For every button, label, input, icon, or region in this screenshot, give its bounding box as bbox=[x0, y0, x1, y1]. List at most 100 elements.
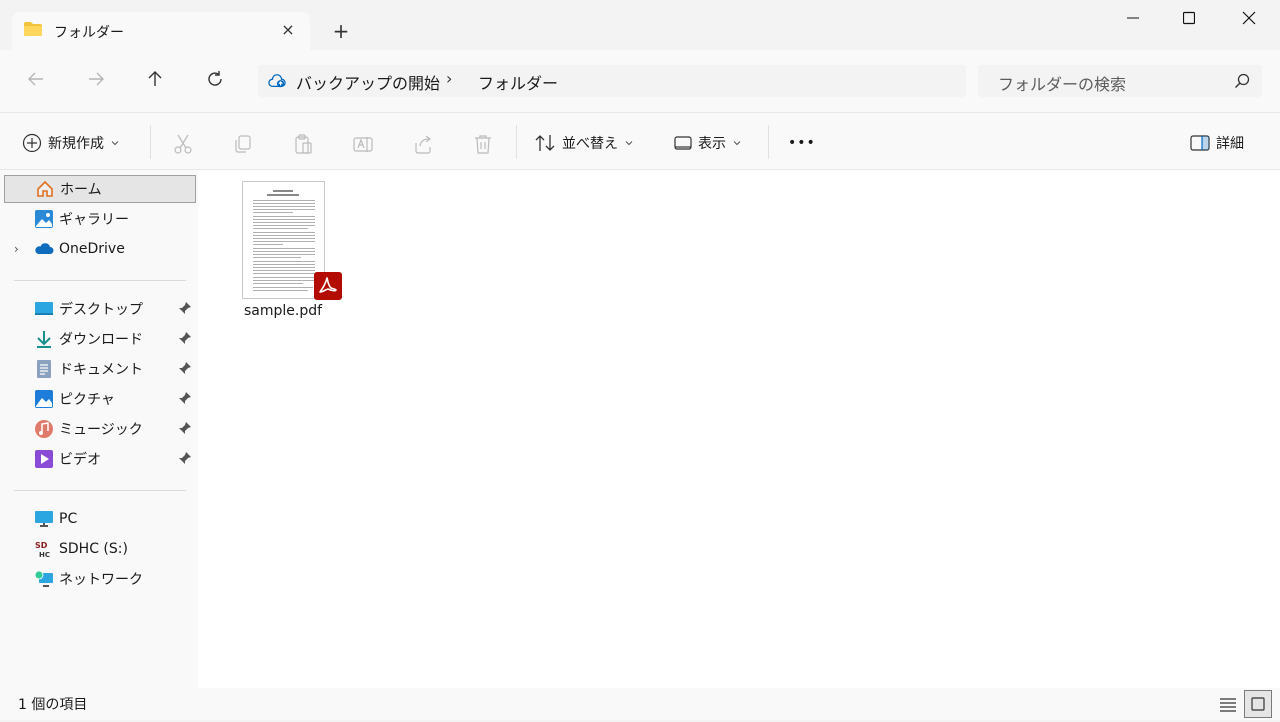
sidebar-item-downloads[interactable]: ダウンロード bbox=[4, 325, 196, 353]
svg-text:HC: HC bbox=[39, 551, 50, 559]
toolbar-divider bbox=[516, 125, 517, 159]
sd-card-icon: SDHC bbox=[35, 541, 50, 559]
sidebar-item-label: ピクチャ bbox=[59, 392, 115, 408]
sidebar-item-network[interactable]: ネットワーク bbox=[4, 565, 196, 593]
desktop-icon bbox=[35, 302, 53, 315]
pin-icon[interactable] bbox=[178, 421, 192, 435]
documents-icon bbox=[37, 360, 51, 378]
pin-icon[interactable] bbox=[178, 361, 192, 375]
sidebar-item-onedrive[interactable]: › OneDrive bbox=[4, 235, 196, 263]
breadcrumb[interactable]: バックアップの開始 › フォルダー bbox=[258, 65, 966, 97]
pdf-icon bbox=[314, 272, 342, 300]
sidebar-item-desktop[interactable]: デスクトップ bbox=[4, 295, 196, 323]
pin-icon[interactable] bbox=[178, 331, 192, 345]
music-icon bbox=[35, 420, 53, 438]
sort-icon bbox=[535, 135, 555, 151]
paste-icon[interactable] bbox=[292, 133, 314, 155]
details-view-button[interactable] bbox=[1214, 690, 1242, 718]
close-icon bbox=[1242, 11, 1256, 25]
sidebar-item-music[interactable]: ミュージック bbox=[4, 415, 196, 443]
breadcrumb-item-folder[interactable]: フォルダー bbox=[478, 70, 558, 94]
rename-icon[interactable] bbox=[352, 133, 374, 155]
sidebar-divider bbox=[14, 490, 186, 491]
svg-text:SD: SD bbox=[35, 541, 48, 550]
sidebar-item-videos[interactable]: ビデオ bbox=[4, 445, 196, 473]
tab-title: フォルダー bbox=[54, 25, 124, 41]
up-button[interactable] bbox=[141, 67, 169, 95]
toolbar-divider bbox=[768, 125, 769, 159]
search-input[interactable]: フォルダーの検索 bbox=[978, 65, 1262, 97]
pin-icon[interactable] bbox=[178, 451, 192, 465]
sidebar-item-label: デスクトップ bbox=[59, 302, 143, 318]
large-icons-view-button[interactable] bbox=[1244, 690, 1272, 718]
sidebar-item-pictures[interactable]: ピクチャ bbox=[4, 385, 196, 413]
chevron-down-icon bbox=[111, 141, 119, 146]
pc-icon bbox=[35, 511, 53, 527]
sidebar-item-label: ダウンロード bbox=[59, 332, 143, 348]
details-button[interactable]: 詳細 bbox=[1190, 129, 1244, 157]
new-button[interactable]: 新規作成 bbox=[22, 129, 120, 157]
item-count: 1 個の項目 bbox=[18, 697, 88, 713]
view-label: 表示 bbox=[698, 136, 726, 152]
file-view: sample.pdf bbox=[198, 170, 1280, 688]
new-label: 新規作成 bbox=[48, 136, 104, 152]
pin-icon[interactable] bbox=[178, 391, 192, 405]
breadcrumb-item-backup[interactable]: バックアップの開始 bbox=[296, 70, 440, 94]
details-label: 詳細 bbox=[1216, 136, 1244, 152]
back-button[interactable] bbox=[22, 67, 50, 95]
delete-icon[interactable] bbox=[472, 133, 494, 155]
chevron-right-icon[interactable]: › bbox=[14, 242, 19, 256]
folder-icon bbox=[24, 22, 42, 36]
breadcrumb-separator[interactable]: › bbox=[446, 69, 452, 88]
cloud-backup-icon bbox=[268, 74, 286, 88]
plus-circle-icon bbox=[22, 133, 42, 153]
title-bar: フォルダー × + bbox=[0, 0, 1280, 50]
toolbar-divider bbox=[150, 125, 151, 159]
view-icon bbox=[674, 136, 692, 150]
sidebar-item-label: ミュージック bbox=[59, 422, 143, 438]
copy-icon[interactable] bbox=[232, 133, 254, 155]
sidebar-item-sdhc[interactable]: SD HC SDHC (S:) bbox=[4, 535, 196, 563]
sidebar-item-pc[interactable]: PC bbox=[4, 505, 196, 533]
sidebar-item-label: ビデオ bbox=[59, 452, 101, 468]
document-preview-icon bbox=[253, 190, 315, 291]
new-tab-button[interactable]: + bbox=[330, 20, 352, 42]
forward-button[interactable] bbox=[82, 67, 110, 95]
sidebar-item-label: ギャラリー bbox=[59, 212, 129, 228]
cut-icon[interactable] bbox=[172, 133, 194, 155]
sidebar-item-label: ネットワーク bbox=[59, 572, 143, 588]
network-icon bbox=[34, 570, 53, 587]
sidebar-item-label: ドキュメント bbox=[59, 362, 143, 378]
details-pane-icon bbox=[1190, 135, 1210, 151]
gallery-icon bbox=[35, 210, 53, 228]
close-tab-icon[interactable]: × bbox=[278, 20, 298, 40]
refresh-icon bbox=[208, 71, 222, 86]
minimize-button[interactable] bbox=[1110, 8, 1156, 32]
search-placeholder: フォルダーの検索 bbox=[998, 75, 1127, 94]
refresh-button[interactable] bbox=[201, 67, 229, 95]
share-icon[interactable] bbox=[412, 133, 434, 155]
file-name: sample.pdf bbox=[243, 303, 323, 319]
status-bar: 1 個の項目 bbox=[0, 688, 1280, 720]
tab-folder[interactable]: フォルダー × bbox=[12, 12, 310, 50]
maximize-button[interactable] bbox=[1166, 8, 1212, 32]
sidebar-item-home[interactable]: ホーム bbox=[4, 175, 196, 203]
sort-button[interactable]: 並べ替え bbox=[534, 129, 634, 157]
pdf-thumbnail bbox=[242, 181, 325, 299]
maximize-icon bbox=[1182, 11, 1196, 25]
download-icon bbox=[37, 331, 51, 348]
more-options-button[interactable]: ••• bbox=[788, 129, 816, 157]
pin-icon[interactable] bbox=[178, 301, 192, 315]
tiles-view-icon bbox=[1251, 697, 1265, 711]
pictures-icon bbox=[35, 390, 53, 408]
sidebar-item-label: PC bbox=[59, 511, 78, 527]
view-button[interactable]: 表示 bbox=[674, 129, 742, 157]
sidebar-divider bbox=[14, 280, 186, 281]
list-view-icon bbox=[1220, 698, 1236, 712]
sidebar-item-gallery[interactable]: ギャラリー bbox=[4, 205, 196, 233]
close-window-button[interactable] bbox=[1226, 8, 1272, 32]
sidebar-item-documents[interactable]: ドキュメント bbox=[4, 355, 196, 383]
file-item[interactable]: sample.pdf bbox=[240, 180, 342, 330]
arrow-up-icon bbox=[148, 71, 162, 86]
navigation-pane: ホーム ギャラリー › OneDrive デスクトップ ダウンロード ドキュメン… bbox=[0, 170, 198, 688]
